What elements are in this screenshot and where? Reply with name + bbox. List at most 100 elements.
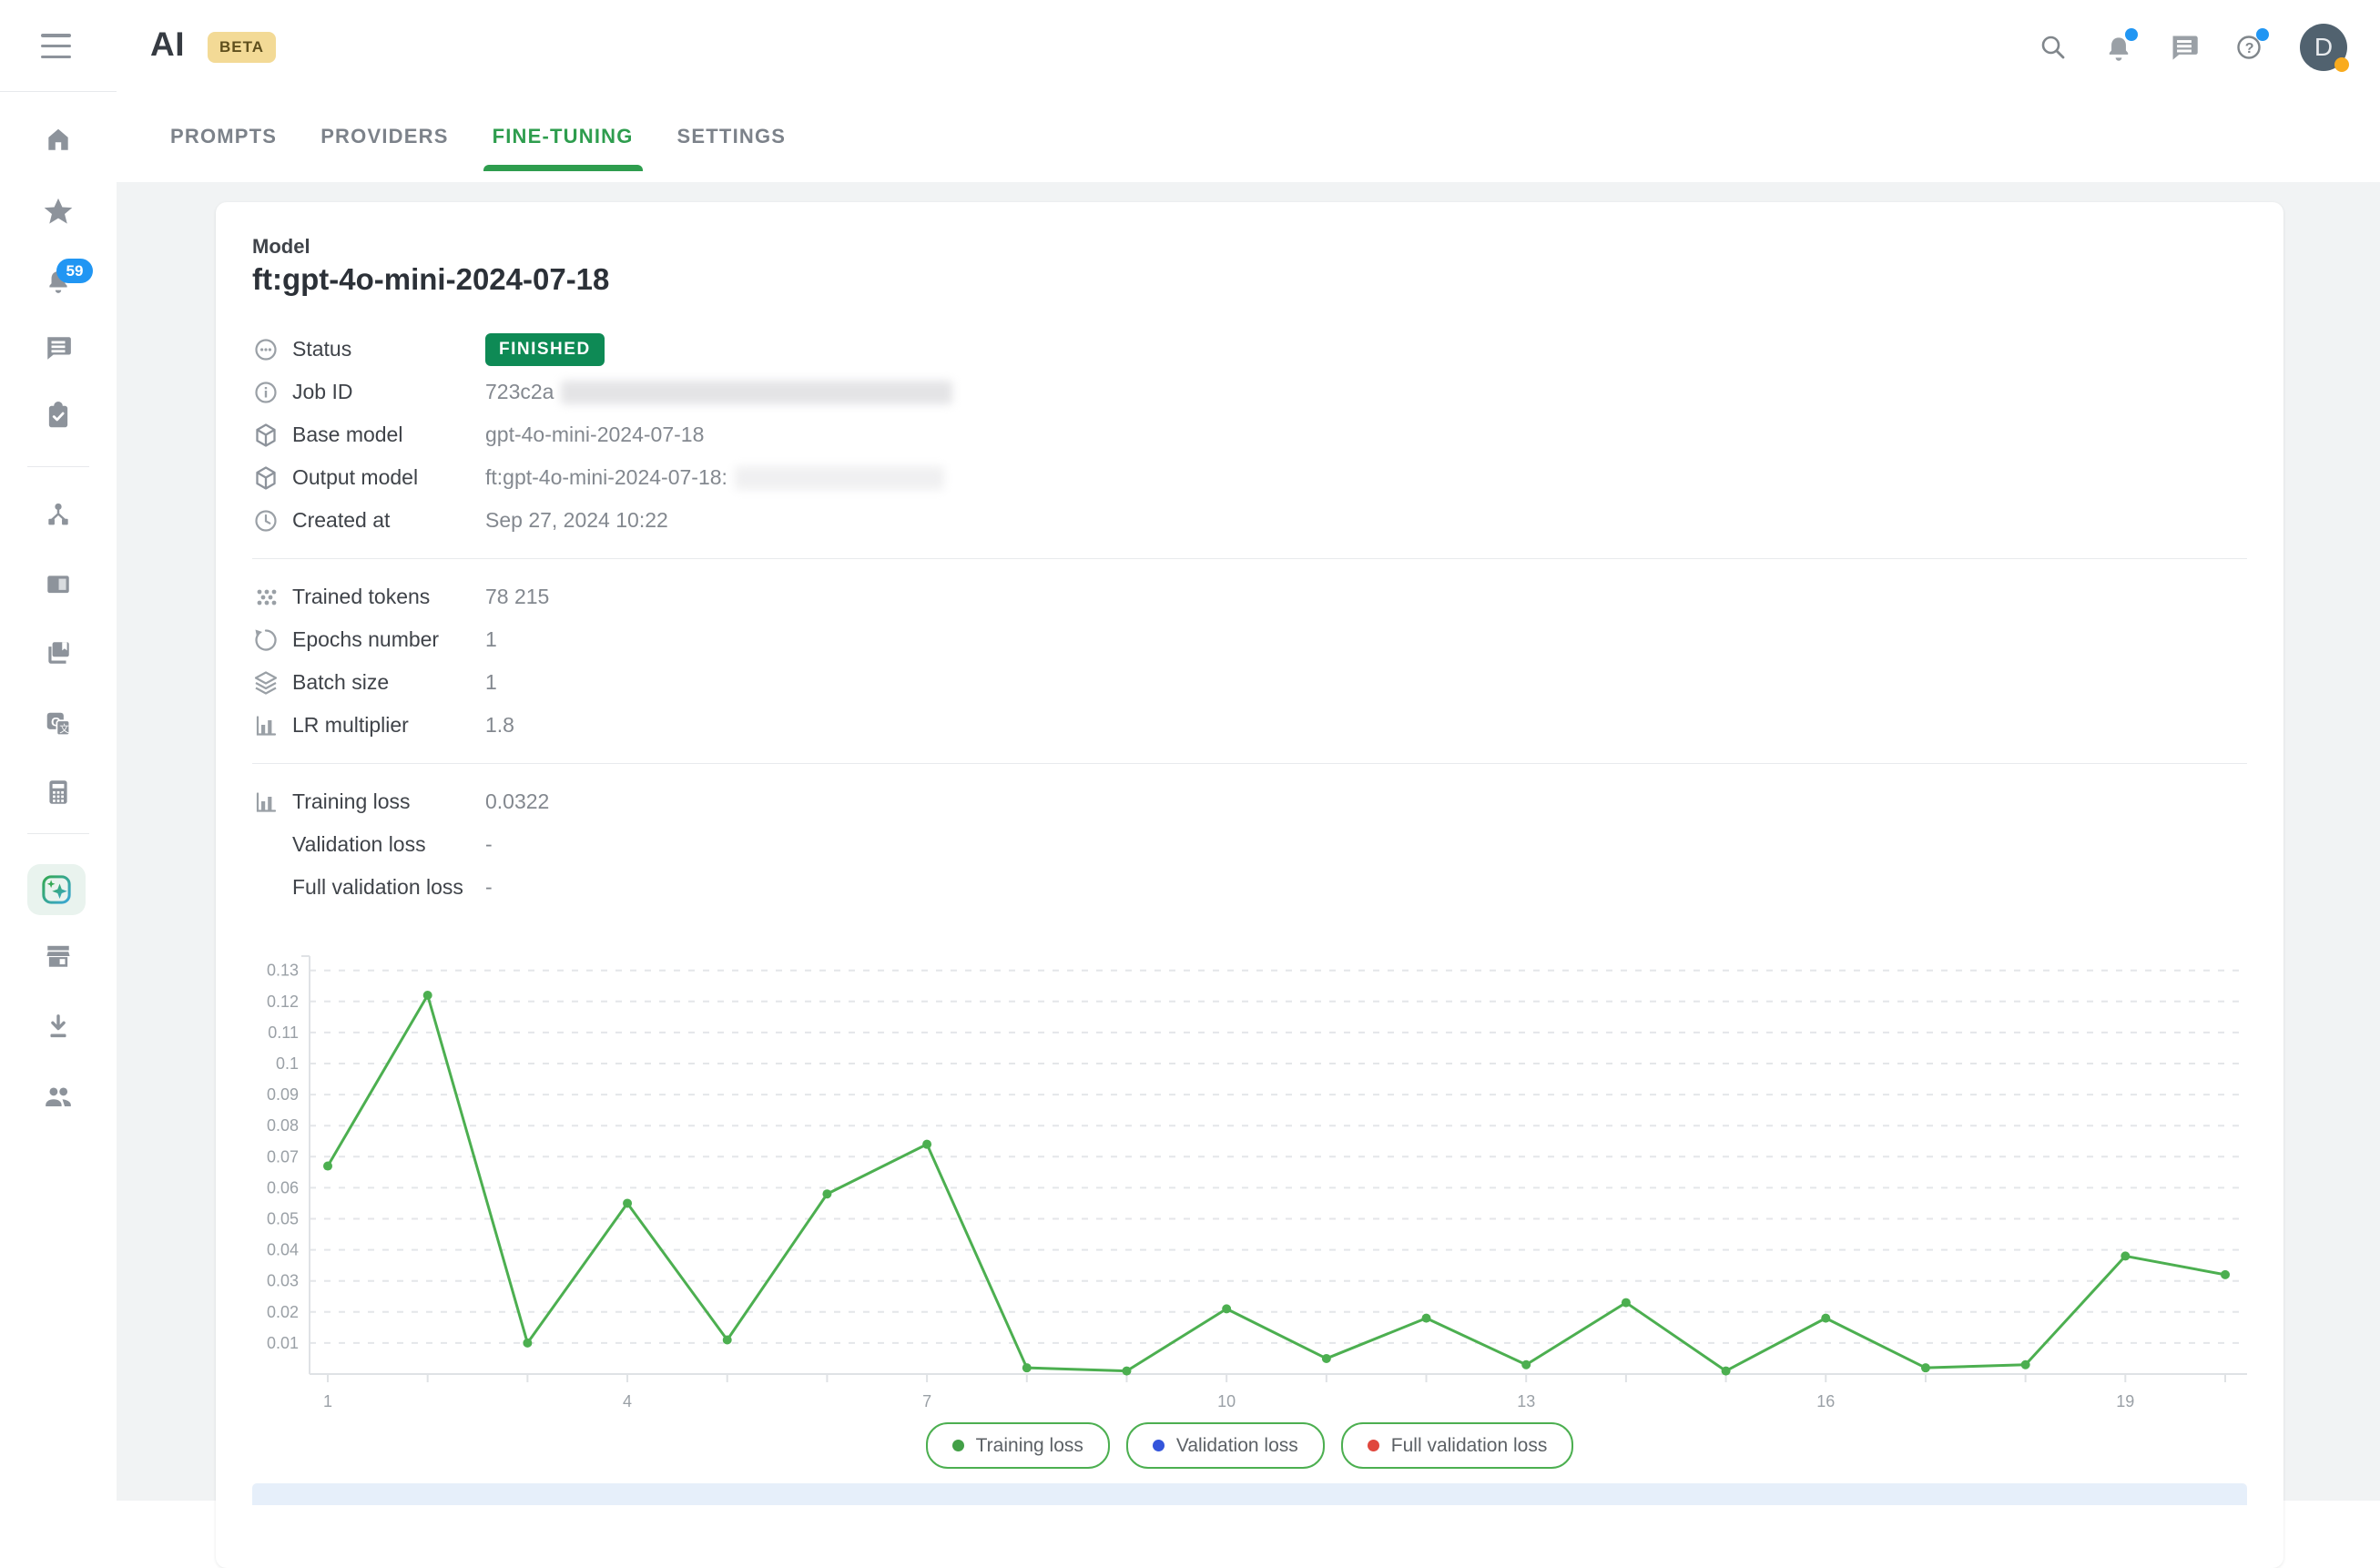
tab-prompts[interactable]: PROMPTS	[170, 100, 277, 173]
star-icon	[43, 196, 74, 227]
loss-rows: Training loss 0.0322 Validation loss - F…	[252, 780, 2247, 909]
legend-dot-blue	[1153, 1440, 1165, 1451]
batch-size-value: 1	[485, 670, 497, 695]
row-label: Trained tokens	[292, 585, 485, 609]
avatar-initial: D	[2314, 33, 2333, 62]
legend-label: Training loss	[976, 1435, 1083, 1457]
legend-full-validation-loss[interactable]: Full validation loss	[1341, 1422, 1574, 1469]
tree-icon	[44, 500, 73, 529]
search-icon	[2038, 32, 2069, 63]
beta-badge: BETA	[208, 32, 276, 63]
sidebar-item-library[interactable]	[0, 638, 117, 667]
svg-text:0.08: 0.08	[267, 1116, 299, 1135]
svg-text:0.05: 0.05	[267, 1210, 299, 1228]
sidebar-item-favorites[interactable]	[0, 196, 117, 227]
sidebar-item-workflows[interactable]	[0, 500, 117, 529]
menu-hamburger-icon[interactable]	[41, 34, 71, 58]
active-tab-underline	[483, 165, 643, 171]
sidebar-item-downloads[interactable]	[0, 1012, 117, 1041]
tab-bar: PROMPTS PROVIDERS FINE-TUNING SETTINGS	[170, 100, 786, 173]
sidebar-item-chat[interactable]	[0, 333, 117, 362]
redacted-text	[735, 466, 944, 490]
people-icon	[43, 1081, 74, 1112]
sidebar-divider	[27, 833, 89, 834]
svg-text:0.02: 0.02	[267, 1303, 299, 1321]
svg-text:19: 19	[2116, 1392, 2134, 1410]
sidebar-item-tasks[interactable]	[0, 402, 117, 431]
svg-text:0.13: 0.13	[267, 962, 299, 980]
legend-label: Validation loss	[1176, 1435, 1298, 1457]
sidebar-item-panel[interactable]	[0, 570, 117, 599]
output-model-value: ft:gpt-4o-mini-2024-07-18:	[485, 465, 727, 490]
row-label: Output model	[292, 465, 485, 490]
training-loss-value: 0.0322	[485, 789, 549, 814]
row-training-loss: Training loss 0.0322	[252, 780, 2247, 823]
sidebar-item-home[interactable]	[0, 125, 117, 154]
avatar[interactable]: D	[2300, 24, 2347, 71]
redacted-text	[561, 381, 952, 404]
svg-text:10: 10	[1217, 1392, 1236, 1410]
home-icon	[44, 125, 73, 154]
search-button[interactable]	[2038, 32, 2069, 63]
translate-icon: G文	[44, 709, 73, 738]
sidebar-item-translate[interactable]: G文	[0, 709, 117, 738]
row-label: Epochs number	[292, 627, 485, 652]
section-label: Model	[252, 235, 310, 259]
sidebar-item-ai-active[interactable]	[27, 864, 86, 915]
ai-sparkle-icon	[38, 871, 75, 908]
svg-text:0.11: 0.11	[268, 1023, 299, 1042]
panel-layout-icon	[44, 570, 73, 599]
sidebar-item-calculator[interactable]	[0, 778, 117, 807]
svg-text:0.09: 0.09	[267, 1085, 299, 1104]
row-status: Status FINISHED	[252, 328, 2247, 371]
svg-text:?: ?	[2245, 41, 2254, 56]
chat-icon	[44, 333, 73, 362]
help-button[interactable]: ?	[2234, 32, 2265, 63]
svg-text:0.1: 0.1	[276, 1054, 299, 1073]
clipboard-check-icon	[44, 402, 73, 431]
svg-text:0.06: 0.06	[267, 1178, 299, 1196]
feedback-button[interactable]	[2169, 32, 2200, 63]
download-icon	[44, 1012, 73, 1041]
package-icon	[252, 464, 280, 492]
legend-validation-loss[interactable]: Validation loss	[1126, 1422, 1325, 1469]
row-label: Full validation loss	[292, 875, 485, 900]
svg-text:4: 4	[623, 1392, 632, 1410]
job-id-value: 723c2a	[485, 380, 554, 404]
notifications-button[interactable]	[2103, 32, 2134, 63]
bar-chart-icon	[252, 789, 280, 816]
row-label: Training loss	[292, 789, 485, 814]
notification-count-badge: 59	[56, 259, 93, 283]
tab-settings[interactable]: SETTINGS	[677, 100, 787, 173]
sidebar-item-store[interactable]	[0, 942, 117, 971]
base-model-value: gpt-4o-mini-2024-07-18	[485, 423, 704, 447]
training-loss-chart: 0.010.020.030.040.050.060.070.080.090.10…	[252, 949, 2255, 1427]
chart-canvas: 0.010.020.030.040.050.060.070.080.090.10…	[252, 949, 2255, 1427]
tab-providers[interactable]: PROVIDERS	[320, 100, 448, 173]
legend-training-loss[interactable]: Training loss	[926, 1422, 1110, 1469]
store-icon	[44, 942, 73, 971]
header-actions: ? D	[2038, 24, 2347, 71]
epochs-value: 1	[485, 627, 497, 652]
training-param-rows: Trained tokens 78 215 Epochs number 1 Ba…	[252, 575, 2247, 747]
app-title: AI	[150, 25, 185, 64]
legend-dot-green	[952, 1440, 964, 1451]
calculator-icon	[44, 778, 73, 807]
svg-text:13: 13	[1517, 1392, 1535, 1410]
svg-text:0.01: 0.01	[267, 1334, 299, 1352]
clock-icon	[252, 507, 280, 535]
status-icon	[252, 336, 280, 363]
tab-fine-tuning[interactable]: FINE-TUNING	[493, 100, 634, 173]
row-label: Job ID	[292, 380, 485, 404]
notification-dot	[2125, 28, 2138, 41]
package-icon	[252, 422, 280, 449]
divider	[252, 558, 2247, 559]
svg-text:1: 1	[323, 1392, 332, 1410]
model-info-rows: Status FINISHED Job ID 723c2a Base model…	[252, 328, 2247, 542]
row-label: Base model	[292, 423, 485, 447]
sidebar: 59 G文	[0, 0, 117, 1501]
sidebar-item-users[interactable]	[0, 1081, 117, 1112]
status-dot	[2334, 57, 2349, 72]
top-header: AI BETA PROMPTS PROVIDERS FINE-TUNING SE…	[117, 0, 2380, 183]
svg-text:0.03: 0.03	[267, 1272, 299, 1290]
